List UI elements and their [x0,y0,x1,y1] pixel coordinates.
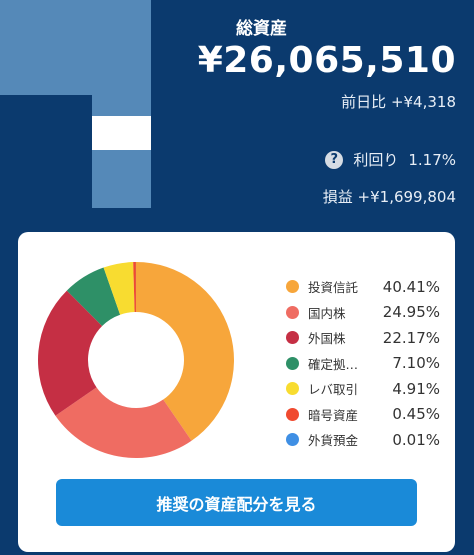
decor-block [0,0,151,95]
legend-label: レバ取引 [308,382,359,398]
page-title: 総資産 [236,19,287,39]
legend-item: 暗号資産 0.45% [286,402,440,428]
legend-label: 外貨預金 [308,433,359,449]
allocation-card: 投資信託 40.41% 国内株 24.95% 外国株 22.17% 確定拠… 7.10% レバ取… [18,232,455,552]
legend-item: 外国株 22.17% [286,325,440,351]
legend-item: 投資信託 40.41% [286,274,440,300]
legend-item: 外貨預金 0.01% [286,427,440,453]
legend-value: 0.45% [392,405,440,424]
legend-label: 国内株 [308,305,346,321]
legend-color-dot [286,331,299,345]
yield-row: ? 利回り 1.17% [325,149,456,170]
allocation-donut-chart [38,262,234,458]
legend-value: 4.91% [392,379,440,398]
day-change: 前日比 +¥4,318 [341,93,456,111]
legend-item: 確定拠… 7.10% [286,351,440,377]
legend-color-dot [286,280,299,294]
legend-color-dot [286,382,299,396]
legend-value: 40.41% [382,277,440,296]
allocation-legend: 投資信託 40.41% 国内株 24.95% 外国株 22.17% 確定拠… 7.10% レバ取… [286,274,440,453]
legend-label: 確定拠… [308,356,359,372]
legend-value: 24.95% [382,303,440,322]
legend-color-dot [286,305,299,319]
legend-value: 22.17% [382,328,440,347]
profit-loss: 損益 +¥1,699,804 [322,188,456,206]
legend-label: 外国株 [308,331,346,347]
legend-color-dot [286,356,299,370]
yield-label: 利回り [353,151,399,169]
legend-label: 暗号資産 [308,407,359,423]
legend-label: 投資信託 [308,280,359,296]
legend-item: レバ取引 4.91% [286,376,440,402]
legend-item: 国内株 24.95% [286,300,440,326]
decor-block [92,116,151,150]
legend-value: 7.10% [392,354,440,373]
total-assets-value: ¥26,065,510 [197,40,456,81]
yield-value: 1.17% [408,150,456,169]
recommended-allocation-button[interactable]: 推奨の資産配分を見る [56,479,417,526]
help-icon[interactable]: ? [325,150,344,169]
legend-value: 0.01% [392,430,440,449]
decor-block [92,150,151,208]
decor-block [92,95,151,116]
legend-color-dot [286,433,299,447]
legend-color-dot [286,407,299,421]
